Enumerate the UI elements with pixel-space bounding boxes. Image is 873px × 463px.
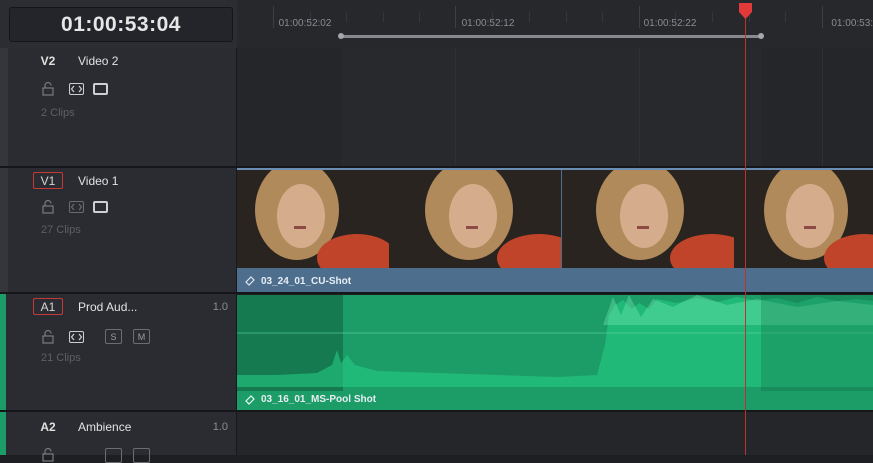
playhead-line[interactable] xyxy=(745,10,746,455)
lock-icon[interactable] xyxy=(42,330,54,344)
ruler-label: 01:00:52:12 xyxy=(461,18,515,29)
clip-count: 21 Clips xyxy=(41,352,81,364)
track-header-a2: A2 Ambience 1.0 xyxy=(0,412,237,463)
track-id[interactable]: V1 xyxy=(33,172,63,189)
mute-button[interactable]: M xyxy=(133,329,150,344)
audio-clip-label-row: 03_16_01_MS-Pool Shot xyxy=(237,391,376,408)
ruler-label: 01:00:52:02 xyxy=(278,18,332,29)
monitor-icon[interactable] xyxy=(93,83,108,95)
link-icon xyxy=(245,276,255,286)
track-id[interactable]: A1 xyxy=(33,298,63,315)
auto-select-icon[interactable] xyxy=(69,83,84,95)
track-id[interactable]: A2 xyxy=(33,418,63,435)
track-name[interactable]: Video 2 xyxy=(78,54,118,68)
video-clip-name: 03_24_01_CU-Shot xyxy=(261,275,352,287)
mute-button[interactable] xyxy=(133,448,150,463)
zoom-scroll-bar[interactable] xyxy=(338,33,764,39)
track-lane-v2[interactable] xyxy=(237,48,873,166)
lock-icon[interactable] xyxy=(42,448,54,462)
solo-button[interactable]: S xyxy=(105,329,122,344)
audio-clip-name: 03_16_01_MS-Pool Shot xyxy=(261,394,377,405)
video-clip[interactable]: 03_24_01_CU-Shot xyxy=(237,168,873,292)
audio-waveform xyxy=(237,295,873,391)
lock-icon[interactable] xyxy=(42,200,54,214)
timeline-ruler[interactable]: 01:00:52:02 01:00:52:12 01:00:52:22 01:0… xyxy=(237,0,873,48)
track-header-a1: A1 Prod Aud... 1.0 S M 21 Clips xyxy=(0,294,237,410)
ruler-tick xyxy=(822,6,823,28)
track-id[interactable]: V2 xyxy=(33,52,63,69)
solo-button[interactable] xyxy=(105,448,122,463)
track-name[interactable]: Ambience xyxy=(78,420,131,434)
ruler-tick xyxy=(639,6,640,28)
monitor-icon[interactable] xyxy=(93,201,108,213)
link-icon xyxy=(245,394,255,405)
ruler-tick xyxy=(273,6,274,28)
lock-icon[interactable] xyxy=(42,82,54,96)
track-lane-a2[interactable] xyxy=(237,412,873,455)
ruler-label: 01:00:53:0 xyxy=(831,18,873,29)
zoom-handle-right[interactable] xyxy=(758,33,764,39)
timecode-display[interactable]: 01:00:53:04 xyxy=(9,7,233,42)
track-header-v2: V2 Video 2 2 Clips xyxy=(0,48,237,166)
playhead-marker-icon[interactable] xyxy=(738,3,753,19)
track-header-v1: V1 Video 1 27 Clips xyxy=(0,168,237,292)
video-clip-label-row: 03_24_01_CU-Shot xyxy=(237,270,351,292)
track-name[interactable]: Video 1 xyxy=(78,174,118,188)
clip-thumbnail xyxy=(237,170,389,268)
clip-count: 2 Clips xyxy=(41,107,75,119)
clip-thumbnail xyxy=(562,170,734,268)
clip-count: 27 Clips xyxy=(41,224,81,236)
auto-select-icon[interactable] xyxy=(69,201,84,213)
auto-select-icon[interactable] xyxy=(69,331,84,343)
zoom-handle-left[interactable] xyxy=(338,33,344,39)
ruler-label: 01:00:52:22 xyxy=(643,18,697,29)
clip-thumbnail xyxy=(734,170,873,268)
track-name[interactable]: Prod Aud... xyxy=(78,300,137,314)
track-volume[interactable]: 1.0 xyxy=(213,421,228,433)
track-volume[interactable]: 1.0 xyxy=(213,301,228,313)
clip-thumbnail xyxy=(389,170,561,268)
audio-clip[interactable]: 03_16_01_MS-Pool Shot xyxy=(237,295,873,410)
ruler-tick xyxy=(455,6,456,28)
